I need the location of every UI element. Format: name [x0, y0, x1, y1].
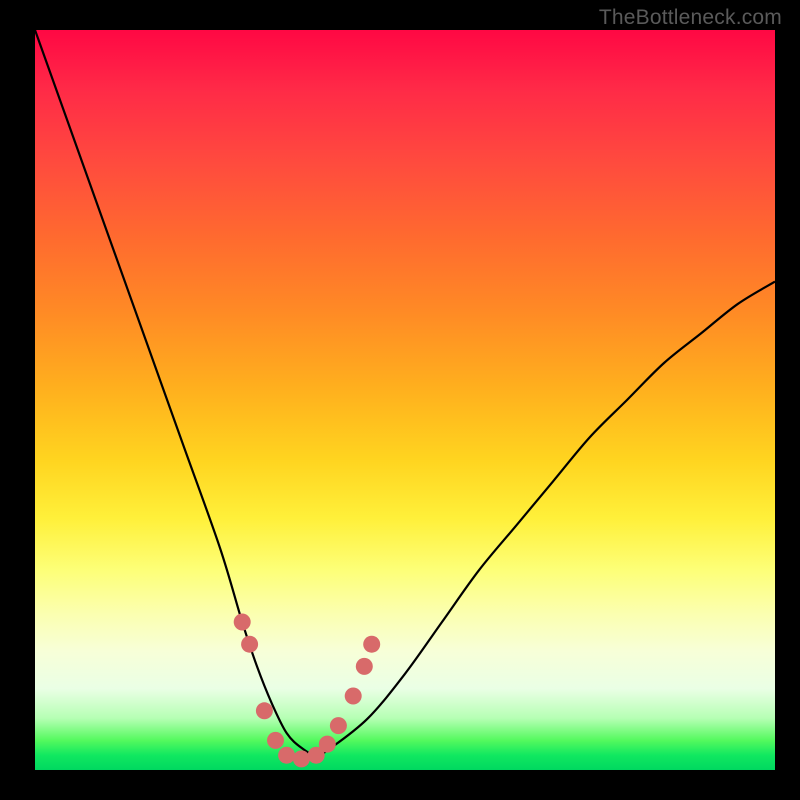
curve-marker [319, 736, 336, 753]
curve-marker [363, 636, 380, 653]
watermark-text: TheBottleneck.com [599, 6, 782, 30]
curve-marker [267, 732, 284, 749]
chart-frame: TheBottleneck.com [0, 0, 800, 800]
curve-marker [278, 747, 295, 764]
curve-marker [234, 614, 251, 631]
bottleneck-curve [35, 30, 775, 755]
plot-area [35, 30, 775, 770]
curve-marker [345, 688, 362, 705]
curve-marker [293, 750, 310, 767]
marker-group [234, 614, 381, 768]
curve-svg [35, 30, 775, 770]
curve-marker [356, 658, 373, 675]
curve-marker [330, 717, 347, 734]
curve-marker [256, 702, 273, 719]
curve-marker [241, 636, 258, 653]
